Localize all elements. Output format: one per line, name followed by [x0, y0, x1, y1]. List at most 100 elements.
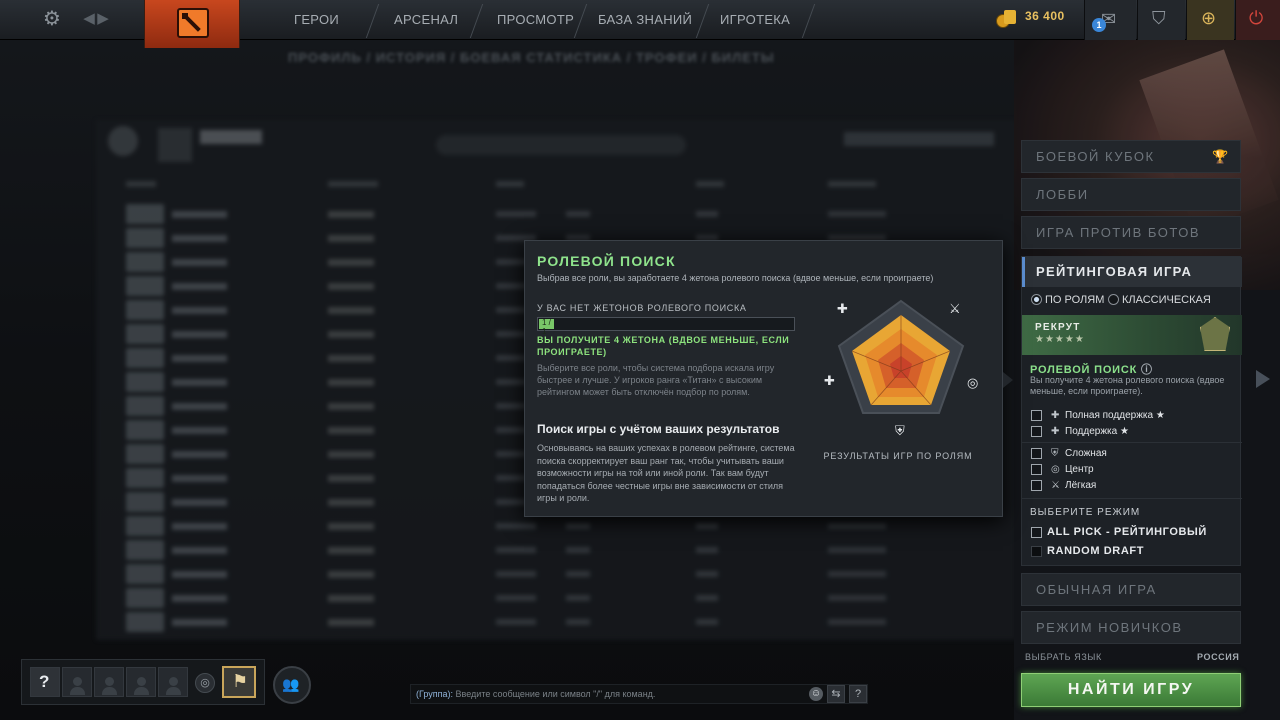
help-icon: ? [854, 688, 862, 700]
back-arrow-icon[interactable]: ◀ [82, 10, 96, 28]
voice-headset-icon[interactable]: ◎ [195, 673, 215, 693]
mode-label: БОЕВОЙ КУБОК [1036, 149, 1155, 164]
support-icon: ✚ [1051, 426, 1060, 437]
mode-unranked[interactable]: ОБЫЧНАЯ ИГРА [1021, 573, 1241, 606]
forward-arrow-icon[interactable]: ▶ [96, 10, 110, 28]
radio-role-queue[interactable]: ПО РОЛЯМ [1031, 293, 1104, 307]
role-checkbox-safelane[interactable]: ⚔ Лёгкая [1031, 478, 1231, 493]
nav-learn[interactable]: БАЗА ЗНАНИЙ [598, 0, 692, 40]
emoji-icon[interactable]: ☺ [809, 687, 823, 701]
divider [1022, 442, 1242, 443]
tooltip-paragraph-1: Выберите все роли, чтобы система подбора… [537, 363, 775, 397]
radar-chart-label: РЕЗУЛЬТАТЫ ИГР ПО РОЛЯМ [823, 451, 973, 461]
select-language-link[interactable]: ВЫБРАТЬ ЯЗЫК [1025, 652, 1102, 662]
friends-button[interactable]: 👥 [273, 666, 311, 704]
expand-arrow-icon[interactable] [1256, 370, 1270, 388]
dota-logo-button[interactable] [144, 0, 240, 48]
divider [1022, 498, 1242, 499]
role-checkbox-full-support[interactable]: ✚ Полная поддержка ★ [1031, 408, 1231, 423]
tokens-progress-fill: 1 / 1 [539, 318, 555, 336]
region-select[interactable]: РОССИЯ [1197, 652, 1239, 662]
collection-icon: ⛉ [1152, 8, 1166, 28]
person-icon [169, 677, 178, 686]
checkbox-icon [1031, 426, 1042, 437]
ranked-title[interactable]: РЕЙТИНГОВАЯ ИГРА [1022, 257, 1242, 287]
trophy-icon: 🏆 [1212, 149, 1230, 164]
chat-help-button[interactable]: ? [849, 685, 867, 703]
mode-lobby[interactable]: ЛОББИ [1021, 178, 1241, 211]
radio-label: КЛАССИЧЕСКАЯ [1122, 294, 1211, 306]
nav-separator [801, 4, 816, 38]
ranked-section: РЕЙТИНГОВАЯ ИГРА ПО РОЛЯМ КЛАССИЧЕСКАЯ Р… [1021, 256, 1242, 566]
safelane-icon: ⚔ [1051, 480, 1060, 491]
inbox-button[interactable]: ✉ [1084, 0, 1136, 40]
friends-icon: 👥 [282, 676, 300, 692]
unknown-avatar-icon: ? [39, 672, 50, 691]
nav-separator [469, 4, 484, 38]
power-icon: ⏻ [1249, 8, 1264, 28]
role-checkbox-mid[interactable]: ◎ Центр [1031, 462, 1231, 477]
tooltip-heading-2: Поиск игры с учётом ваших результатов [537, 422, 780, 436]
chat-wheel-button[interactable]: ⇆ [827, 685, 845, 703]
battle-pass-button[interactable]: ⚑ [222, 666, 256, 698]
chat-input[interactable]: (Группа): Введите сообщение или символ "… [410, 684, 868, 704]
mode-label: ОБЫЧНАЯ ИГРА [1036, 582, 1157, 597]
checkbox-icon [1031, 527, 1042, 538]
shards-icon [996, 10, 1018, 30]
party-slot[interactable] [126, 667, 156, 697]
mode-label: ЛОББИ [1036, 187, 1089, 202]
dota-plus-icon: ⊕ [1201, 8, 1217, 28]
party-slot[interactable] [62, 667, 92, 697]
checkbox-icon [1031, 410, 1042, 421]
tokens-progress-bar: 1 / 1 [537, 317, 795, 336]
top-bar: ⚙ ◀ ▶ ГЕРОИ АРСЕНАЛ ПРОСМОТР БАЗА ЗНАНИЙ… [0, 0, 1280, 48]
mode-new-player[interactable]: РЕЖИМ НОВИЧКОВ [1021, 611, 1241, 644]
select-mode-title: ВЫБЕРИТЕ РЕЖИМ [1030, 507, 1141, 518]
chat-placeholder: Введите сообщение или символ "/" для ком… [455, 689, 656, 699]
mode-label: ИГРА ПРОТИВ БОТОВ [1036, 225, 1201, 240]
role-search-desc: Вы получите 4 жетона ролевого поиска (вд… [1030, 375, 1225, 396]
tooltip-title: РОЛЕВОЙ ПОИСК [537, 253, 676, 269]
mode-bots[interactable]: ИГРА ПРОТИВ БОТОВ [1021, 216, 1241, 249]
party-slot[interactable] [94, 667, 124, 697]
nav-armory[interactable]: АРСЕНАЛ [394, 0, 458, 40]
plus-button[interactable]: ⊕ [1186, 0, 1234, 40]
offlane-icon: ⛨ [1051, 448, 1059, 459]
offlane-icon: ⛨ [895, 424, 905, 439]
mode-battle-cup[interactable]: БОЕВОЙ КУБОК 🏆 [1021, 140, 1241, 173]
safelane-icon: ⚔ [949, 302, 961, 317]
rank-stars: ★★★★★ [1035, 334, 1085, 345]
role-checkbox-offlane[interactable]: ⛨ Сложная [1031, 446, 1231, 461]
checkbox-icon [1031, 480, 1042, 491]
mid-icon: ◎ [1051, 464, 1060, 475]
dota-logo-icon [177, 8, 209, 38]
person-icon [73, 677, 82, 686]
rank-medal-icon [1200, 317, 1230, 351]
role-checkbox-support[interactable]: ✚ Поддержка ★ [1031, 424, 1231, 439]
nav-separator [573, 4, 588, 38]
person-icon [105, 677, 114, 686]
tooltip-subtitle: Выбрав все роли, вы заработаете 4 жетона… [537, 273, 934, 283]
nav-separator [695, 4, 710, 38]
nav-heroes[interactable]: ГЕРОИ [294, 0, 339, 40]
nav-arcade[interactable]: ИГРОТЕКА [720, 0, 790, 40]
nav-separator [365, 4, 380, 38]
tokens-label: У ВАС НЕТ ЖЕТОНОВ РОЛЕВОГО ПОИСКА [537, 303, 747, 313]
party-slot[interactable] [158, 667, 188, 697]
settings-gear-icon[interactable]: ⚙ [42, 9, 62, 29]
exit-button[interactable]: ⏻ [1235, 0, 1280, 40]
rank-name: РЕКРУТ [1035, 322, 1081, 333]
checkbox-icon [1031, 448, 1042, 459]
inbox-badge: 1 [1092, 18, 1106, 32]
nav-watch[interactable]: ПРОСМОТР [497, 0, 574, 40]
party-slot-self[interactable]: ? [30, 667, 60, 697]
checkbox-icon [1031, 546, 1042, 557]
find-match-button[interactable]: НАЙТИ ИГРУ [1021, 673, 1241, 707]
battle-pass-icon: ⚑ [232, 671, 249, 691]
role-search-tooltip: РОЛЕВОЙ ПОИСК Выбрав все роли, вы зарабо… [524, 240, 1013, 517]
person-icon [137, 677, 146, 686]
radio-empty-icon [1108, 294, 1119, 305]
collection-button[interactable]: ⛉ [1137, 0, 1185, 40]
radio-classic[interactable]: КЛАССИЧЕСКАЯ [1108, 293, 1211, 307]
checkbox-icon [1031, 464, 1042, 475]
